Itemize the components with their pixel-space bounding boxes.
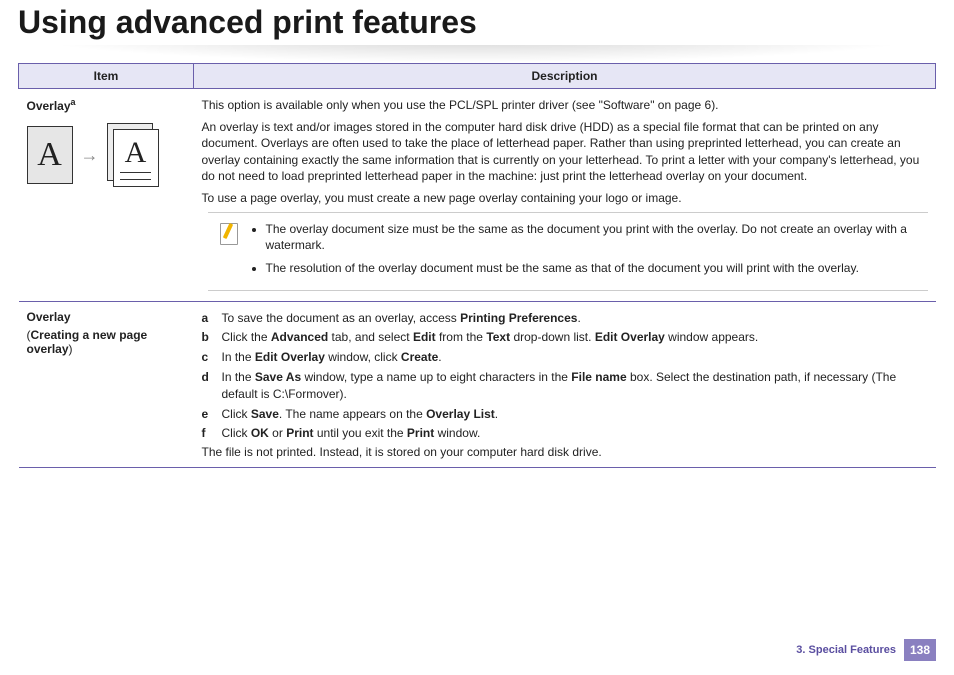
page-title: Using advanced print features (18, 4, 936, 41)
step-a: a To save the document as an overlay, ac… (202, 310, 928, 327)
table-row: Overlay (Creating a new page overlay) a … (19, 301, 936, 468)
note-box: The overlay document size must be the sa… (208, 212, 928, 291)
overlay-result-letter: A (125, 136, 147, 170)
step-f: f Click OK or Print until you exit the P… (202, 425, 928, 442)
overlay-sheet-result: A (107, 123, 161, 187)
footer-chapter: 3. Special Features (796, 644, 896, 656)
arrow-right-icon: → (81, 145, 99, 166)
features-table: Item Description Overlaya A → (18, 63, 936, 468)
note-icon (218, 221, 238, 245)
th-item: Item (19, 64, 194, 89)
row2-paren-close: ) (69, 342, 73, 356)
row1-p3: To use a page overlay, you must create a… (202, 190, 928, 206)
step-d: d In the Save As window, type a name up … (202, 369, 928, 403)
overlay-sheet-source: A (27, 126, 73, 184)
step-b: b Click the Advanced tab, and select Edi… (202, 329, 928, 346)
step-f-followup: The file is not printed. Instead, it is … (202, 445, 928, 459)
row1-p2: An overlay is text and/or images stored … (202, 119, 928, 184)
table-row: Overlaya A → A (19, 89, 936, 302)
row2-label2: Creating a new page overlay (27, 328, 148, 356)
row2-label1: Overlay (27, 310, 186, 324)
row1-p1: This option is available only when you u… (202, 97, 928, 113)
row1-label: Overlay (27, 99, 71, 113)
row1-sup: a (71, 97, 76, 107)
th-description: Description (194, 64, 936, 89)
note-item: The overlay document size must be the sa… (266, 221, 918, 253)
overlay-graphic: A → A (27, 123, 186, 187)
footer-page-number: 138 (904, 639, 936, 661)
step-e: e Click Save. The name appears on the Ov… (202, 406, 928, 423)
page-footer: 3. Special Features 138 (796, 639, 936, 661)
note-item: The resolution of the overlay document m… (266, 260, 918, 276)
title-shadow (18, 45, 936, 63)
step-c: c In the Edit Overlay window, click Crea… (202, 349, 928, 366)
